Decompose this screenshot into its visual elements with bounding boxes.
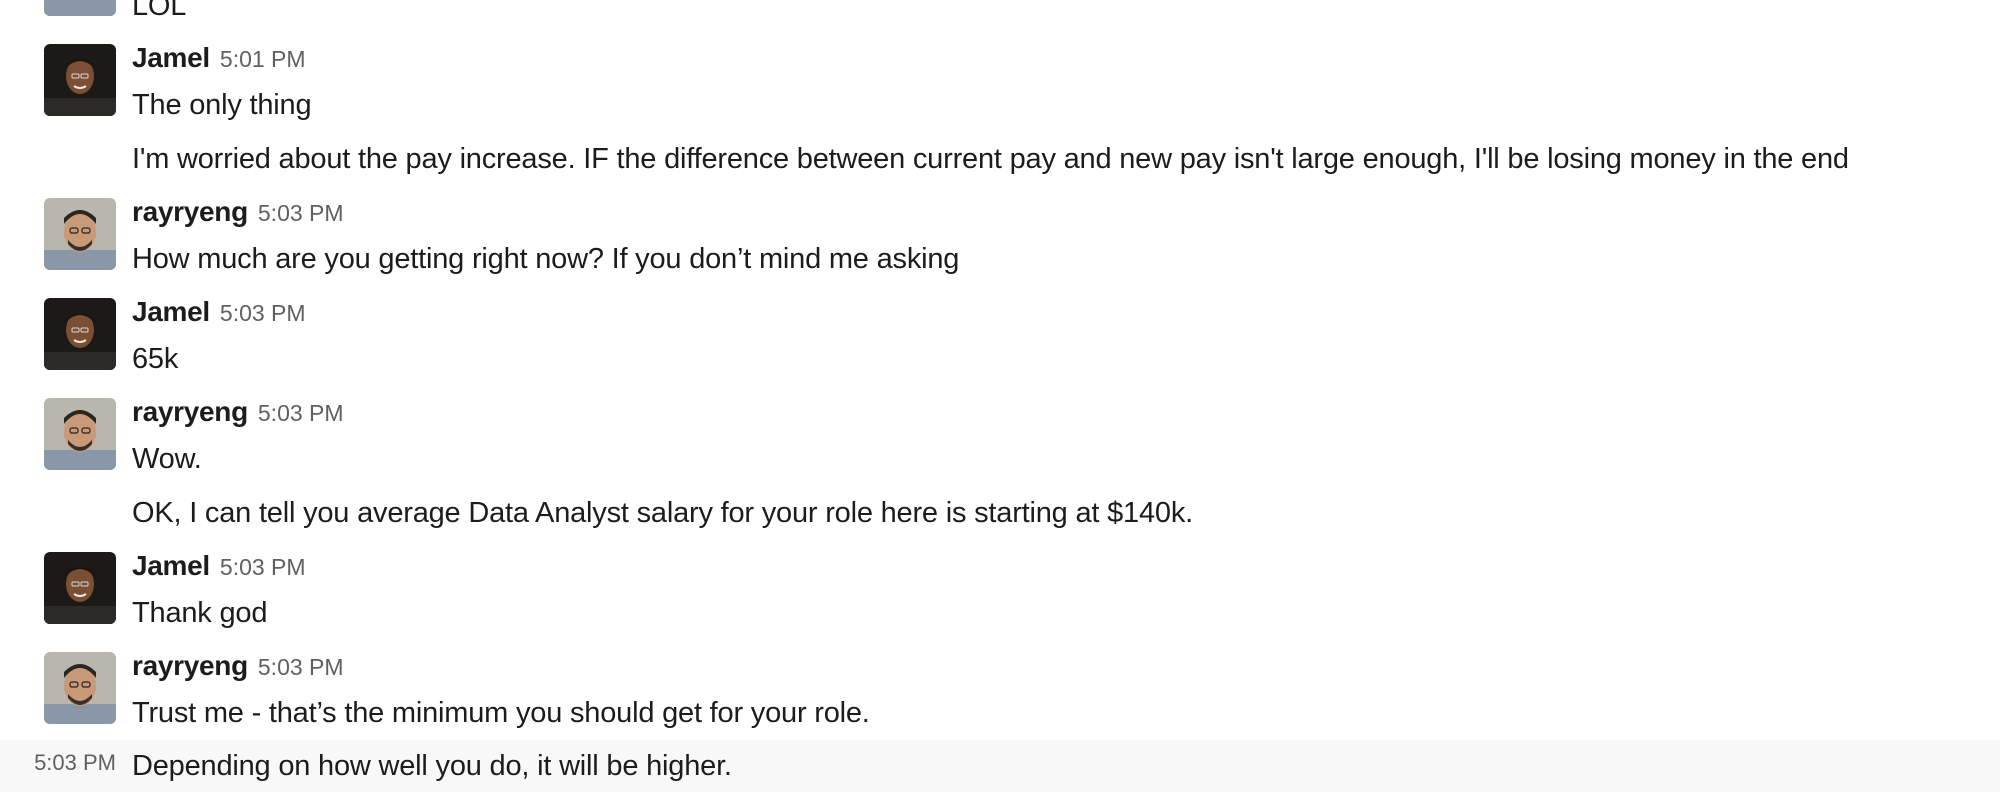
message-text: I'm worried about the pay increase. IF t…	[132, 143, 1849, 175]
message-header: rayryeng 5:03 PM	[132, 650, 344, 690]
rayryeng-avatar[interactable]	[44, 0, 116, 16]
message-text: Wow.	[132, 443, 202, 475]
author-name[interactable]: rayryeng	[132, 396, 248, 428]
message-header: rayryeng 5:03 PM	[132, 196, 344, 236]
timestamp[interactable]: 5:03 PM	[258, 400, 344, 427]
message-text: Trust me - that’s the minimum you should…	[132, 697, 870, 729]
message-list[interactable]: LOL Jamel 5:01 PM The only thing I'm wor…	[0, 0, 2000, 792]
jamel-avatar[interactable]	[44, 298, 116, 370]
author-name[interactable]: Jamel	[132, 296, 210, 328]
message-header: Jamel 5:03 PM	[132, 296, 306, 336]
hovered-message-row[interactable]: 5:03 PM Depending on how well you do, it…	[0, 740, 2000, 792]
message-text: Thank god	[132, 597, 268, 629]
message-text: 65k	[132, 343, 179, 375]
timestamp[interactable]: 5:03 PM	[220, 300, 306, 327]
timestamp[interactable]: 5:03 PM	[258, 654, 344, 681]
jamel-avatar[interactable]	[44, 44, 116, 116]
timestamp[interactable]: 5:01 PM	[220, 46, 306, 73]
rayryeng-avatar[interactable]	[44, 652, 116, 724]
hover-timestamp[interactable]: 5:03 PM	[0, 750, 116, 776]
message-header: Jamel 5:03 PM	[132, 550, 306, 590]
author-name[interactable]: Jamel	[132, 550, 210, 582]
message-text: LOL	[132, 0, 187, 22]
jamel-avatar[interactable]	[44, 552, 116, 624]
timestamp[interactable]: 5:03 PM	[220, 554, 306, 581]
timestamp[interactable]: 5:03 PM	[258, 200, 344, 227]
author-name[interactable]: rayryeng	[132, 650, 248, 682]
message-header: Jamel 5:01 PM	[132, 42, 306, 82]
message-text: How much are you getting right now? If y…	[132, 243, 960, 275]
message-text: Depending on how well you do, it will be…	[132, 750, 732, 782]
message-header: rayryeng 5:03 PM	[132, 396, 344, 436]
message-text: The only thing	[132, 89, 312, 121]
author-name[interactable]: Jamel	[132, 42, 210, 74]
rayryeng-avatar[interactable]	[44, 398, 116, 470]
message-text: OK, I can tell you average Data Analyst …	[132, 497, 1193, 529]
author-name[interactable]: rayryeng	[132, 196, 248, 228]
rayryeng-avatar[interactable]	[44, 198, 116, 270]
